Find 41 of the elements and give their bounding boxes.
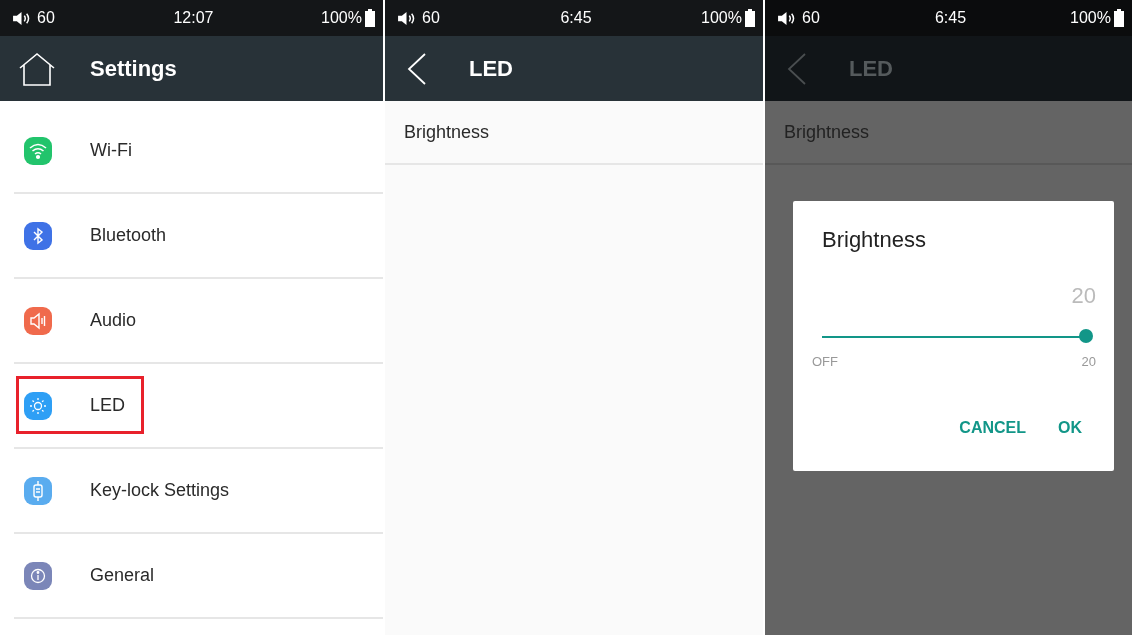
battery-percent: 100% <box>1070 9 1111 27</box>
clock: 6:45 <box>934 9 967 27</box>
speaker-icon <box>12 10 31 26</box>
slider-thumb[interactable] <box>1079 329 1093 343</box>
volume-level: 60 <box>37 9 55 27</box>
screen-title: LED <box>849 55 893 82</box>
clock: 12:07 <box>173 9 214 27</box>
item-label: General <box>90 565 155 586</box>
settings-item[interactable]: Key-lock Settings <box>14 449 383 534</box>
volume-level: 60 <box>422 9 440 27</box>
settings-item[interactable]: Bluetooth <box>14 194 383 279</box>
battery-icon <box>1114 9 1124 27</box>
item-label: Brightness <box>784 121 870 143</box>
battery-percent: 100% <box>321 9 362 27</box>
settings-item[interactable]: General <box>14 534 383 619</box>
battery-icon <box>745 9 755 27</box>
volume-level: 60 <box>802 9 820 27</box>
item-label: Audio <box>90 310 137 331</box>
item-label: LED <box>90 395 125 416</box>
item-label: Bluetooth <box>90 225 167 246</box>
settings-item[interactable]: LED <box>14 364 383 449</box>
item-label: Brightness <box>404 121 490 143</box>
speaker-icon <box>777 10 796 26</box>
clock: 6:45 <box>560 9 592 27</box>
settings-item[interactable]: Audio <box>14 279 383 364</box>
slider-max-label: 20 <box>1081 354 1096 369</box>
slider-value: 20 <box>1070 283 1096 309</box>
home-icon[interactable] <box>18 51 56 86</box>
item-label: Wi-Fi <box>90 140 132 161</box>
speaker-icon <box>397 10 416 26</box>
slider-min-label: OFF <box>812 354 838 369</box>
settings-item[interactable]: Wi-Fi <box>14 109 383 194</box>
item-label: Key-lock Settings <box>90 480 230 501</box>
cancel-button[interactable]: CANCEL <box>949 415 1036 441</box>
ok-button[interactable]: OK <box>1048 415 1092 441</box>
battery-icon <box>365 9 375 27</box>
screen-title: LED <box>469 55 513 82</box>
settings-item[interactable]: Brightness <box>385 101 763 165</box>
screen-title: Settings <box>90 55 177 82</box>
dialog-title: Brightness <box>822 227 927 253</box>
battery-percent: 100% <box>701 9 742 27</box>
